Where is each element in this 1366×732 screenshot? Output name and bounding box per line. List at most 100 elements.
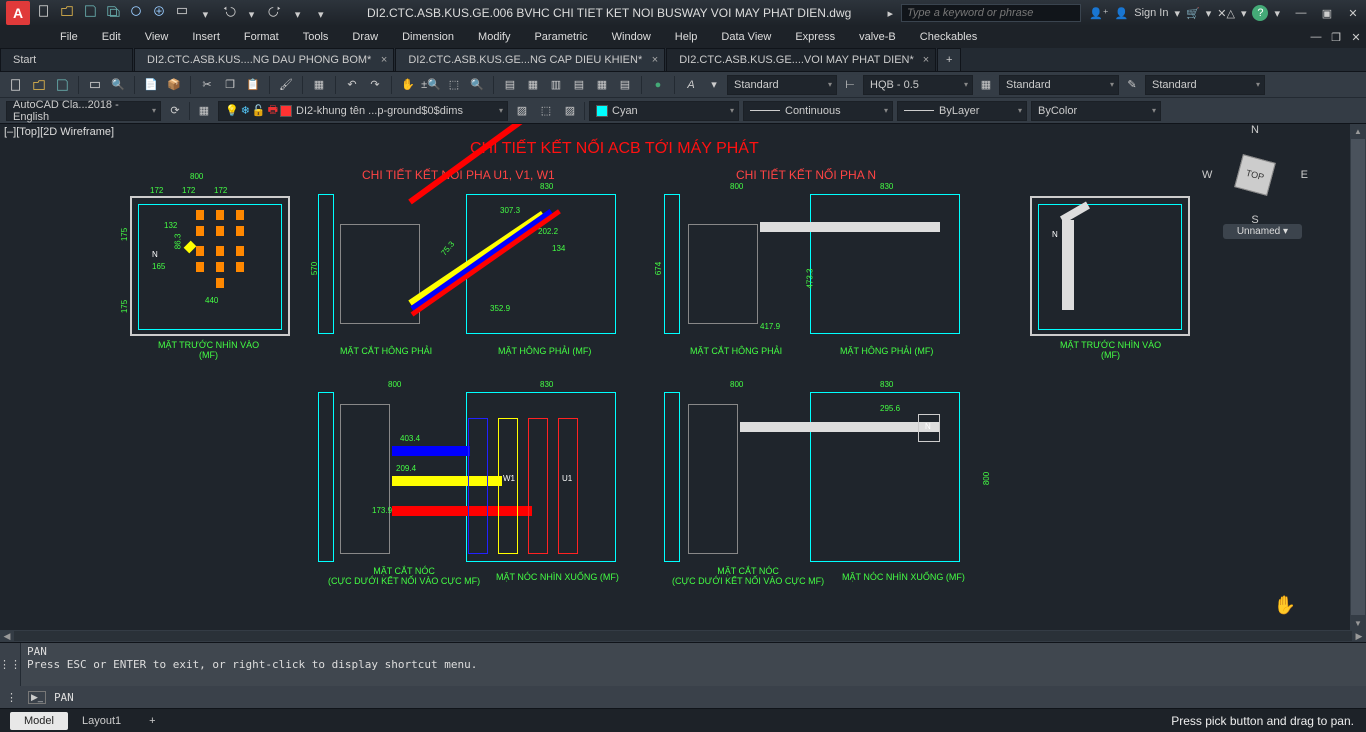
- qat-dropdown-icon[interactable]: ▾: [312, 6, 330, 24]
- tab-file-3-active[interactable]: DI2.CTC.ASB.KUS.GE....VOI MAY PHAT DIEN*…: [666, 48, 936, 71]
- plotstyle-dropdown[interactable]: ByColor: [1031, 101, 1161, 121]
- tab-start[interactable]: Start: [0, 48, 133, 71]
- app-logo-icon[interactable]: [6, 1, 30, 25]
- properties-icon[interactable]: ▤: [500, 75, 520, 95]
- new-tab-button[interactable]: +: [937, 48, 961, 71]
- saveas-icon[interactable]: [104, 2, 122, 20]
- maximize-button[interactable]: ▣: [1314, 3, 1340, 23]
- mdi-restore-button[interactable]: ❐: [1326, 29, 1346, 45]
- scroll-up-icon[interactable]: ▲: [1350, 124, 1366, 138]
- exchange-icon[interactable]: ✕△: [1217, 7, 1235, 20]
- plot-icon[interactable]: [85, 75, 105, 95]
- command-history-body[interactable]: PAN Press ESC or ENTER to exit, or right…: [20, 643, 1366, 686]
- zoomwin-icon[interactable]: ⬚: [444, 75, 464, 95]
- publish-icon[interactable]: 📄: [141, 75, 161, 95]
- command-line[interactable]: ⋮ ▶_ PAN: [0, 686, 1366, 708]
- layermatch-icon[interactable]: ▨: [512, 101, 532, 121]
- menu-help[interactable]: Help: [663, 28, 710, 46]
- cmdwin-handle-icon[interactable]: ⋮⋮: [0, 643, 20, 686]
- matchprop-icon[interactable]: 🖌: [276, 75, 296, 95]
- open-icon[interactable]: [58, 2, 76, 20]
- menu-edit[interactable]: Edit: [90, 28, 133, 46]
- mlstyle-dropdown[interactable]: Standard: [1145, 75, 1265, 95]
- mdi-close-button[interactable]: ✕: [1346, 29, 1366, 45]
- save-web-icon[interactable]: [150, 2, 168, 20]
- close-icon[interactable]: ×: [652, 54, 658, 66]
- menu-format[interactable]: Format: [232, 28, 291, 46]
- close-icon[interactable]: ×: [923, 54, 929, 66]
- menu-express[interactable]: Express: [783, 28, 847, 46]
- scroll-track[interactable]: [14, 631, 1352, 641]
- exchange-dropdown-icon[interactable]: ▾: [1241, 7, 1247, 20]
- scroll-left-icon[interactable]: ◀: [0, 630, 14, 642]
- layer-state-dropdown[interactable]: AutoCAD Cla...2018 - English: [6, 101, 161, 121]
- layout1-tab[interactable]: Layout1: [68, 712, 135, 730]
- layeriso-icon[interactable]: ▨: [560, 101, 580, 121]
- horizontal-scrollbar[interactable]: ◀ ▶: [0, 630, 1366, 642]
- ucs-dropdown[interactable]: Unnamed ▾: [1223, 224, 1302, 239]
- menu-dimension[interactable]: Dimension: [390, 28, 466, 46]
- redo-dropdown-icon[interactable]: ▾: [289, 6, 307, 24]
- scroll-thumb[interactable]: [1351, 139, 1365, 615]
- add-layout-button[interactable]: +: [135, 712, 169, 730]
- nav-west[interactable]: W: [1202, 169, 1212, 181]
- nav-north[interactable]: N: [1251, 124, 1259, 136]
- ssm-icon[interactable]: ▤: [569, 75, 589, 95]
- redo-icon[interactable]: ↷: [365, 75, 385, 95]
- textstyle-dropdown[interactable]: Standard: [727, 75, 837, 95]
- help-dropdown-icon[interactable]: ▾: [1274, 7, 1280, 20]
- plot-icon[interactable]: [173, 2, 191, 20]
- cmdline-handle-icon[interactable]: ⋮: [6, 691, 20, 704]
- close-button[interactable]: ✕: [1340, 3, 1366, 23]
- lineweight-dropdown[interactable]: ByLayer: [897, 101, 1027, 121]
- paste-icon[interactable]: 📋: [243, 75, 263, 95]
- new-icon[interactable]: [35, 2, 53, 20]
- copy-icon[interactable]: ❐: [220, 75, 240, 95]
- redo-icon[interactable]: [266, 2, 284, 20]
- tab-file-1[interactable]: DI2.CTC.ASB.KUS....NG DAU PHONG BOM*×: [134, 48, 394, 71]
- undo-icon[interactable]: [220, 2, 238, 20]
- menu-draw[interactable]: Draw: [340, 28, 390, 46]
- scroll-right-icon[interactable]: ▶: [1352, 630, 1366, 642]
- view-cube[interactable]: N S W E TOP: [1210, 130, 1300, 220]
- user-icon[interactable]: 👤: [1115, 7, 1129, 20]
- color-dropdown[interactable]: Cyan: [589, 101, 739, 121]
- scroll-track[interactable]: [1351, 139, 1365, 615]
- open-web-icon[interactable]: [127, 2, 145, 20]
- autodesk-account-icon[interactable]: 👤⁺: [1089, 7, 1109, 20]
- nav-east[interactable]: E: [1301, 169, 1308, 181]
- layer-dropdown[interactable]: 💡 ❄ 🔓 🖶 DI2-khung tên ...p-ground$0$dims: [218, 101, 508, 121]
- render-icon[interactable]: ●: [648, 75, 668, 95]
- layerprev-icon[interactable]: ⬚: [536, 101, 556, 121]
- pan-icon[interactable]: ✋: [398, 75, 418, 95]
- model-tab[interactable]: Model: [10, 712, 68, 730]
- save-icon[interactable]: [52, 75, 72, 95]
- dimstyle-dropdown[interactable]: HQB - 0.5: [863, 75, 973, 95]
- mdi-minimize-button[interactable]: —: [1306, 29, 1326, 45]
- plot-dropdown-icon[interactable]: ▾: [196, 6, 214, 24]
- 3ddwf-icon[interactable]: 📦: [164, 75, 184, 95]
- menu-valveb[interactable]: valve-B: [847, 28, 908, 46]
- menu-view[interactable]: View: [133, 28, 181, 46]
- zoomprev-icon[interactable]: 🔍: [467, 75, 487, 95]
- textstyle-dd-icon[interactable]: ▾: [704, 75, 724, 95]
- dc-icon[interactable]: ▦: [523, 75, 543, 95]
- tablestyle-icon[interactable]: ▦: [976, 75, 996, 95]
- minimize-button[interactable]: —: [1288, 3, 1314, 23]
- tablestyle-dropdown[interactable]: Standard: [999, 75, 1119, 95]
- undo-dropdown-icon[interactable]: ▾: [243, 6, 261, 24]
- mlstyle-icon[interactable]: ✎: [1122, 75, 1142, 95]
- search-input[interactable]: Type a keyword or phrase: [901, 4, 1081, 22]
- vertical-scrollbar[interactable]: ▲ ▼: [1350, 124, 1366, 630]
- zoom-icon[interactable]: ±🔍: [421, 75, 441, 95]
- menu-parametric[interactable]: Parametric: [522, 28, 599, 46]
- markup-icon[interactable]: ▦: [592, 75, 612, 95]
- cmdline-icon[interactable]: ▶_: [28, 691, 46, 704]
- menu-checkables[interactable]: Checkables: [908, 28, 989, 46]
- tab-file-2[interactable]: DI2.CTC.ASB.KUS.GE...NG CAP DIEU KHIEN*×: [395, 48, 665, 71]
- scroll-down-icon[interactable]: ▼: [1350, 616, 1366, 630]
- open-icon[interactable]: [29, 75, 49, 95]
- menu-file[interactable]: File: [48, 28, 90, 46]
- blockeditor-icon[interactable]: ▦: [309, 75, 329, 95]
- menu-window[interactable]: Window: [600, 28, 663, 46]
